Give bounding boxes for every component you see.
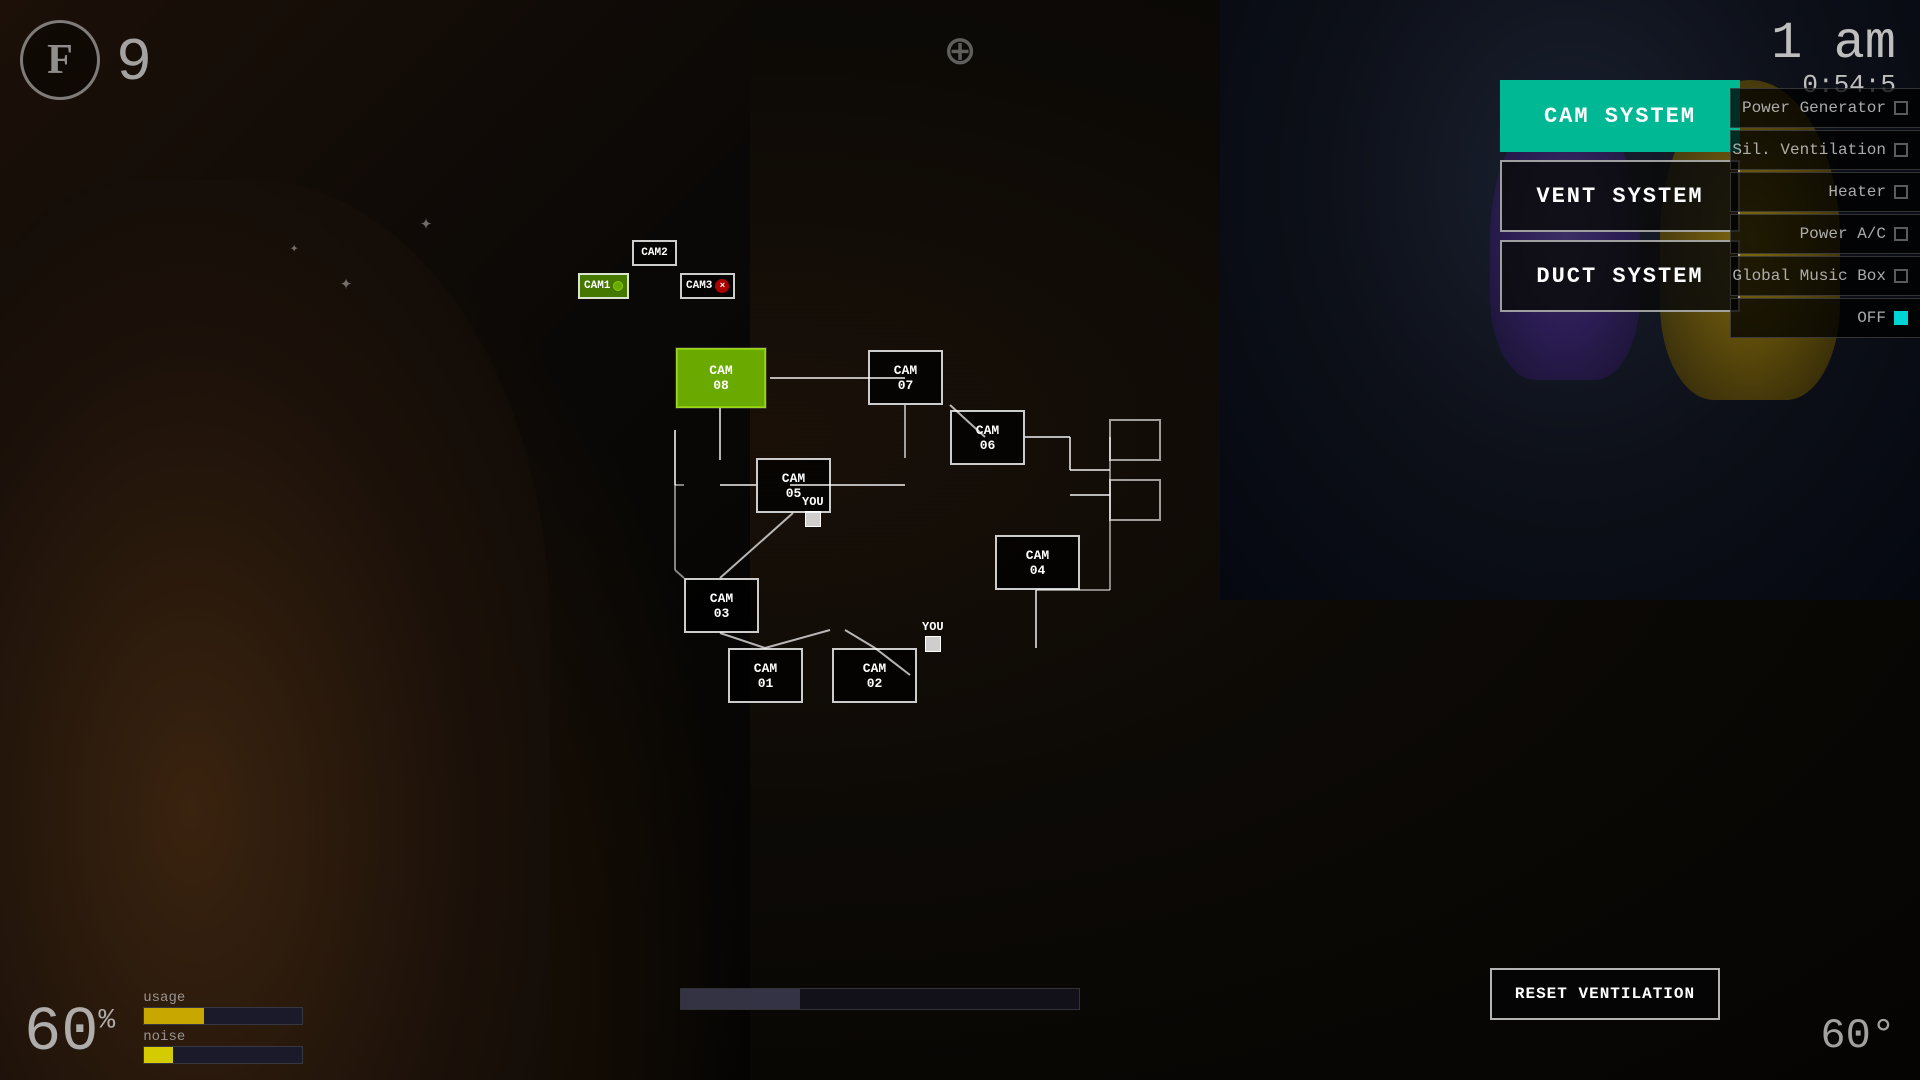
toggle-power-generator[interactable]: Power Generator	[1730, 88, 1920, 128]
you-marker-bottom: YOU	[922, 620, 944, 652]
toggle-off-dot	[1894, 311, 1908, 325]
temperature-display: 60°	[1820, 1012, 1896, 1060]
noise-label: noise	[143, 1029, 303, 1045]
cam1-mini-dot	[613, 281, 623, 291]
usage-label: usage	[143, 990, 303, 1006]
toggle-heater[interactable]: Heater	[1730, 172, 1920, 212]
toggle-power-generator-dot	[1894, 101, 1908, 115]
night-number: 9	[116, 30, 152, 98]
freddy-silhouette	[0, 180, 550, 1080]
toggle-power-ac-label: Power A/C	[1800, 225, 1886, 243]
toggle-global-music-box[interactable]: Global Music Box	[1730, 256, 1920, 296]
duct-system-button[interactable]: DUCT SYSTEM	[1500, 240, 1740, 312]
cam3-mini-x: ×	[715, 279, 729, 293]
cam-indicator-2[interactable]: CAM2	[632, 240, 677, 266]
toggle-off-label: OFF	[1857, 309, 1886, 327]
cam-node-02[interactable]: CAM02	[832, 648, 917, 703]
toggle-power-generator-label: Power Generator	[1742, 99, 1886, 117]
toggle-power-ac[interactable]: Power A/C	[1730, 214, 1920, 254]
cam-node-03[interactable]: CAM03	[684, 578, 759, 633]
usage-bar-fill	[144, 1008, 204, 1024]
stats-bars: usage noise	[143, 990, 303, 1064]
noise-bar-track	[143, 1046, 303, 1064]
toggle-sil-ventilation[interactable]: Sil. Ventilation	[1730, 130, 1920, 170]
cam-node-04[interactable]: CAM04	[995, 535, 1080, 590]
toggle-sil-ventilation-label: Sil. Ventilation	[1732, 141, 1886, 159]
cam3-mini-label: CAM3	[686, 280, 712, 292]
you-marker-top: YOU	[802, 495, 824, 527]
noise-bar-fill	[144, 1047, 172, 1063]
cam-node-06[interactable]: CAM06	[950, 410, 1025, 465]
vent-system-button[interactable]: VENT SYSTEM	[1500, 160, 1740, 232]
toggle-global-music-box-label: Global Music Box	[1732, 267, 1886, 285]
usage-bar-track	[143, 1007, 303, 1025]
cam-node-07[interactable]: CAM07	[868, 350, 943, 405]
logo-letter: F	[47, 36, 73, 84]
cam-node-01[interactable]: CAM01	[728, 648, 803, 703]
toggle-sil-ventilation-dot	[1894, 143, 1908, 157]
noise-bar-row: noise	[143, 1029, 303, 1064]
top-cam-map: CAM1 CAM2 CAM3 ×	[520, 235, 840, 365]
toggle-heater-dot	[1894, 185, 1908, 199]
bottom-bar: 60% usage noise	[0, 980, 1920, 1080]
usage-bar-row: usage	[143, 990, 303, 1025]
cam-system-button[interactable]: CAM SYSTEM	[1500, 80, 1740, 152]
power-percent: 60%	[24, 1002, 115, 1064]
cam-indicator-1[interactable]: CAM1	[578, 273, 629, 299]
fnaf-logo-icon: F	[20, 20, 100, 100]
toggle-off[interactable]: OFF	[1730, 298, 1920, 338]
toggle-global-music-box-dot	[1894, 269, 1908, 283]
toggle-power-ac-dot	[1894, 227, 1908, 241]
cam1-mini-label: CAM1	[584, 280, 610, 292]
side-toggles: Power Generator Sil. Ventilation Heater …	[1730, 88, 1920, 340]
power-display: 60%	[24, 1002, 115, 1064]
cam-indicator-3[interactable]: CAM3 ×	[680, 273, 735, 299]
toggle-heater-label: Heater	[1828, 183, 1886, 201]
cam2-mini-label: CAM2	[641, 247, 667, 259]
